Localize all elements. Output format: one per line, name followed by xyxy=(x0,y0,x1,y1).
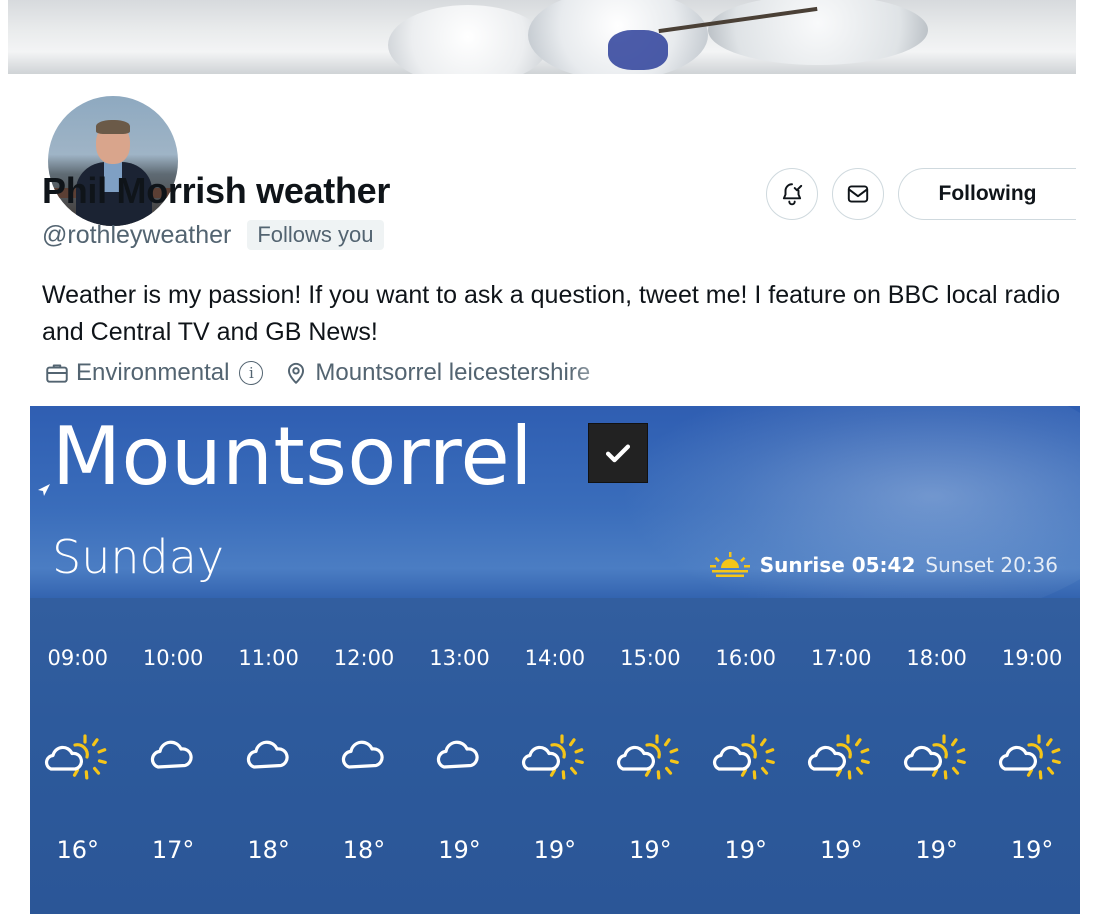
cloud-icon xyxy=(138,728,208,788)
follows-you-badge: Follows you xyxy=(247,220,384,250)
sun-cloud-icon xyxy=(520,728,590,788)
forecast-temperature: 16° xyxy=(56,836,99,864)
forecast-time: 13:00 xyxy=(429,646,490,670)
forecast-time: 19:00 xyxy=(1001,646,1063,670)
forecast-time: 17:00 xyxy=(810,646,872,670)
location-label: Mountsorrel leicestershire xyxy=(315,359,591,386)
notifications-button[interactable] xyxy=(766,168,818,220)
avatar-hair xyxy=(96,120,130,134)
forecast-time: 11:00 xyxy=(238,646,299,670)
following-button[interactable]: Following xyxy=(898,168,1076,220)
bell-check-icon xyxy=(782,183,803,206)
forecast-hour[interactable]: 19:00 19° xyxy=(984,646,1079,864)
forecast-hour[interactable]: 11:00 18° xyxy=(221,646,316,864)
forecast-hour[interactable]: 18:00 19° xyxy=(889,646,984,864)
forecast-temperature: 19° xyxy=(1010,836,1054,864)
hourly-forecast: 09:00 16° 10:00 17° 11:00 18° 12:00 18° 13:00 19°… xyxy=(30,646,1080,864)
forecast-temperature: 17° xyxy=(151,836,195,864)
banner-snow xyxy=(388,5,548,74)
sunrise-sunset: Sunrise 05:42 Sunset 20:36 xyxy=(709,552,1058,578)
profile-actions: Following xyxy=(766,168,1076,220)
profile-card: Following Phil Morrish weather @rothleyw… xyxy=(8,74,1076,406)
forecast-temperature: 19° xyxy=(915,836,958,864)
profile-banner[interactable] xyxy=(8,0,1076,74)
forecast-hour[interactable]: 16:00 19° xyxy=(698,646,793,864)
sky-clouds xyxy=(620,406,1080,626)
forecast-time: 16:00 xyxy=(715,646,777,670)
forecast-hour[interactable]: 12:00 18° xyxy=(316,646,411,864)
forecast-hour[interactable]: 15:00 19° xyxy=(603,646,698,864)
user-handle: @rothleyweather xyxy=(42,220,232,249)
forecast-temperature: 18° xyxy=(342,836,386,864)
sunset-time: Sunset 20:36 xyxy=(925,553,1058,577)
forecast-time: 15:00 xyxy=(620,646,681,670)
handle-row: @rothleyweather Follows you xyxy=(42,220,384,250)
banner-blue-object xyxy=(608,30,668,70)
location-arrow-icon xyxy=(38,484,50,496)
forecast-hour[interactable]: 17:00 19° xyxy=(794,646,889,864)
display-name: Phil Morrish weather xyxy=(42,170,391,211)
cloud-icon xyxy=(234,728,304,788)
forecast-hour[interactable]: 13:00 19° xyxy=(412,646,507,864)
forecast-temperature: 18° xyxy=(247,836,290,864)
banner-snow xyxy=(708,0,928,65)
forecast-temperature: 19° xyxy=(438,836,481,864)
cloud-icon xyxy=(329,728,399,788)
profile-location: Mountsorrel leicestershire xyxy=(283,359,590,387)
sun-cloud-icon xyxy=(997,728,1067,788)
envelope-icon xyxy=(847,185,869,203)
category-label: Environmental xyxy=(76,359,230,386)
checkmark-icon[interactable] xyxy=(588,423,648,483)
forecast-time: 18:00 xyxy=(906,646,967,670)
sun-cloud-icon xyxy=(615,728,685,788)
briefcase-icon xyxy=(46,364,68,383)
forecast-temperature: 19° xyxy=(819,836,863,864)
sun-cloud-icon xyxy=(711,728,781,788)
sunrise-time: Sunrise 05:42 xyxy=(759,553,916,577)
forecast-temperature: 19° xyxy=(724,836,768,864)
forecast-time: 14:00 xyxy=(524,646,586,670)
forecast-time: 12:00 xyxy=(333,646,395,670)
sun-cloud-icon xyxy=(806,728,876,788)
profile-meta: Environmental i Mountsorrel leicestershi… xyxy=(44,359,590,387)
forecast-time: 09:00 xyxy=(47,646,108,670)
profile-category: Environmental i xyxy=(44,359,264,387)
sunrise-icon xyxy=(709,552,750,577)
sun-cloud-icon xyxy=(902,728,972,788)
info-icon[interactable]: i xyxy=(239,361,264,385)
forecast-hour[interactable]: 14:00 19° xyxy=(507,646,602,864)
weather-location-title: Mountsorrel xyxy=(52,410,533,503)
forecast-hour[interactable]: 09:00 16° xyxy=(30,646,125,864)
cloud-icon xyxy=(424,728,494,788)
forecast-temperature: 19° xyxy=(533,836,577,864)
location-pin-icon xyxy=(288,362,305,384)
forecast-day: Sunday xyxy=(52,530,225,584)
forecast-hour[interactable]: 10:00 17° xyxy=(125,646,220,864)
profile-bio: Weather is my passion! If you want to as… xyxy=(42,281,1061,346)
weather-panel: Mountsorrel Sunday Sunrise 05:42 Sunset … xyxy=(30,406,1080,914)
message-button[interactable] xyxy=(832,168,884,220)
forecast-temperature: 19° xyxy=(629,836,672,864)
sun-cloud-icon xyxy=(43,728,113,788)
text-fade xyxy=(568,354,658,394)
forecast-time: 10:00 xyxy=(142,646,204,670)
